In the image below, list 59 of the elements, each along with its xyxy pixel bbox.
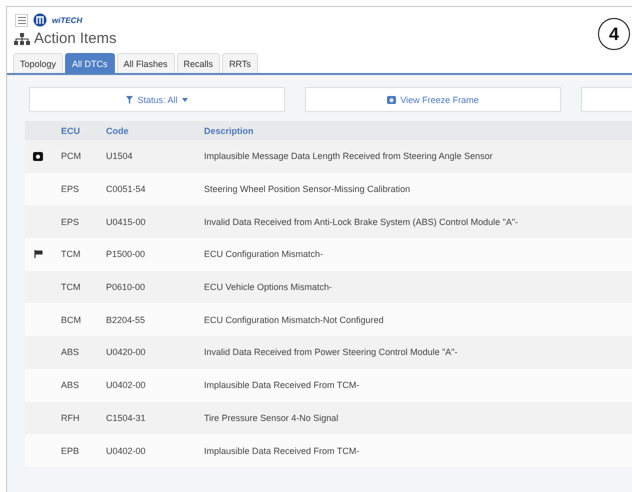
table-row[interactable]: PCM U1504 Implausible Message Data Length Received from Steering Angle Sensor [25,140,632,173]
table-cell: Tire Pressure Sensor 4-No Signal [204,412,338,423]
caret-icon [182,98,188,102]
table-row[interactable]: EPS C0051-54 Steering Wheel Position Sensor-Missing Calibration [25,172,632,206]
tab[interactable]: All Flashes [116,53,175,73]
logo-text: wiTECH [52,16,82,24]
filter-icon [126,96,134,104]
table-cell: Steering Wheel Position Sensor-Missing Calibration [204,184,410,194]
table-cell: Implausible Message Data Length Received from Steering Angle Sensor [204,151,493,162]
table-row[interactable]: EPS U0415-00 Invalid Data Received from Anti-Lock Brake System (ABS) Control Module "A"- [25,205,632,238]
table-cell: ECU Configuration Mismatch-Not Configured [204,314,384,325]
table-row[interactable]: TCM P0610-00 ECU Vehicle Options Mismatch- [25,270,632,304]
table-cell: ECU Vehicle Options Mismatch- [204,282,332,292]
table-cell-text: PCM [60,151,82,162]
column-header: Description [204,126,254,136]
table-cell: Implausible Data Received From TCM- [204,380,360,390]
tab[interactable]: RRTs [222,53,258,73]
table-cell-text: ABS [60,347,80,358]
table-cell-text: C1504-31 [106,412,147,423]
table-row[interactable]: ABS U0402-00 Implausible Data Received From TCM- [25,368,632,402]
table-cell: Implausible Data Received From TCM- [204,446,360,456]
table-cell-text: EPB [60,446,80,456]
page-title: Action Items [34,30,117,47]
table-cell-text: ABS [60,380,80,390]
table-cell-text: U1504 [106,151,134,162]
table-row[interactable]: TCM P1500-00 ECU Configuration Mismatch- [25,238,632,271]
table-cell-text: U0415-00 [106,216,147,227]
table-cell-text: TCM [60,249,82,260]
menu-icon [18,16,26,24]
table-row[interactable]: BCM B2204-55 ECU Configuration Mismatch-Not Configured [25,303,632,336]
logo-icon [33,13,47,27]
table-cell-text: BCM [60,314,82,325]
table-cell: Invalid Data Received from Anti-Lock Brake System (ABS) Control Module "A"- [204,216,518,227]
table-cell-text: P0610-00 [106,282,146,292]
table-cell-text: RFH [60,412,80,423]
tab[interactable]: All DTCs [65,53,115,73]
table-row[interactable]: EPB U0402-00 Implausible Data Received From TCM- [25,434,632,467]
table-cell-text: P1500-00 [106,249,146,260]
table-cell: ECU Configuration Mismatch- [204,249,324,260]
column-header: Code [106,126,130,136]
table-row[interactable]: RFH C1504-31 Tire Pressure Sensor 4-No Signal [25,402,632,434]
view-freeze-frame-button[interactable]: View Freeze Frame [305,87,561,112]
table-cell-text: EPS [60,216,80,227]
tab[interactable]: Topology [13,53,64,73]
table-cell-text: U0402-00 [106,380,147,390]
tab[interactable]: Recalls [176,53,220,73]
table-cell-text: C0051-54 [106,184,147,194]
menu-button[interactable] [15,14,28,26]
status-filter-button[interactable]: Status: All [29,87,285,112]
table-cell-text: U0420-00 [106,347,147,358]
table-row[interactable]: ABS U0420-00 Invalid Data Received from Power Steering Control Module "A"- [25,336,632,369]
table-cell-text: EPS [60,184,80,194]
hierarchy-icon [14,32,30,44]
table-cell-text: B2204-55 [106,314,146,325]
table-cell: Invalid Data Received from Power Steering Control Module "A"- [204,347,458,358]
column-header: ECU [60,126,82,136]
table-cell-text: TCM [60,282,82,292]
camera-icon [387,96,396,104]
table-cell-text: U0402-00 [106,446,147,456]
